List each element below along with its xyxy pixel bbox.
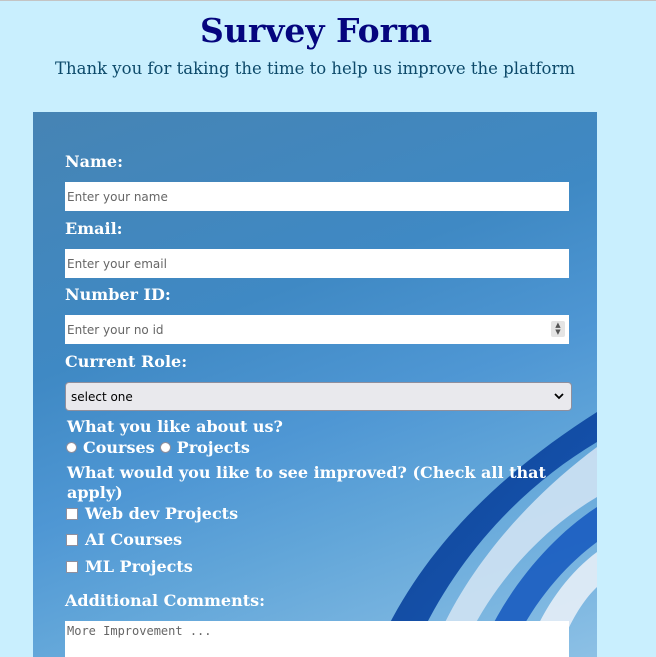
name-input[interactable] <box>65 182 569 211</box>
improve-option-ml: ML Projects <box>66 557 193 576</box>
number-id-label: Number ID: <box>65 285 171 304</box>
checkbox-ml-projects[interactable] <box>66 560 78 573</box>
checkbox-ai-courses-label: AI Courses <box>85 530 183 549</box>
current-role-label: Current Role: <box>65 352 188 371</box>
number-id-input[interactable] <box>65 315 569 344</box>
improve-option-ai: AI Courses <box>66 530 182 549</box>
name-label: Name: <box>65 152 124 171</box>
like-question: What you like about us? <box>67 417 283 436</box>
spinner-down-icon[interactable]: ▼ <box>555 329 560 336</box>
page-title: Survey Form <box>200 11 432 50</box>
checkbox-ml-projects-label: ML Projects <box>85 557 193 576</box>
checkbox-ai-courses[interactable] <box>66 533 78 546</box>
page-subtitle: Thank you for taking the time to help us… <box>54 59 576 78</box>
checkbox-web-dev-projects-label: Web dev Projects <box>85 504 239 523</box>
improve-question: What would you like to see improved? (Ch… <box>67 463 546 502</box>
radio-projects-label: Projects <box>176 438 250 457</box>
chevron-down-icon <box>554 393 564 400</box>
checkbox-web-dev-projects[interactable] <box>66 507 78 520</box>
number-id-field: ▲ ▼ <box>65 315 569 344</box>
like-options: Courses Projects <box>66 438 250 457</box>
radio-courses[interactable] <box>66 442 77 453</box>
radio-courses-label: Courses <box>83 438 155 457</box>
email-label: Email: <box>65 219 123 238</box>
current-role-select[interactable]: select one <box>65 382 572 411</box>
number-spinner-icon[interactable]: ▲ ▼ <box>551 321 565 337</box>
email-input[interactable] <box>65 249 569 278</box>
comments-label: Additional Comments: <box>65 591 266 610</box>
comments-textarea[interactable]: More Improvement ... <box>65 621 569 657</box>
survey-form: Name: Email: Number ID: ▲ ▼ Current Role… <box>33 112 597 657</box>
improve-option-web-dev: Web dev Projects <box>66 504 238 523</box>
radio-projects[interactable] <box>159 442 171 453</box>
current-role-selected: select one <box>71 389 133 404</box>
comments-placeholder: More Improvement ... <box>67 624 212 638</box>
